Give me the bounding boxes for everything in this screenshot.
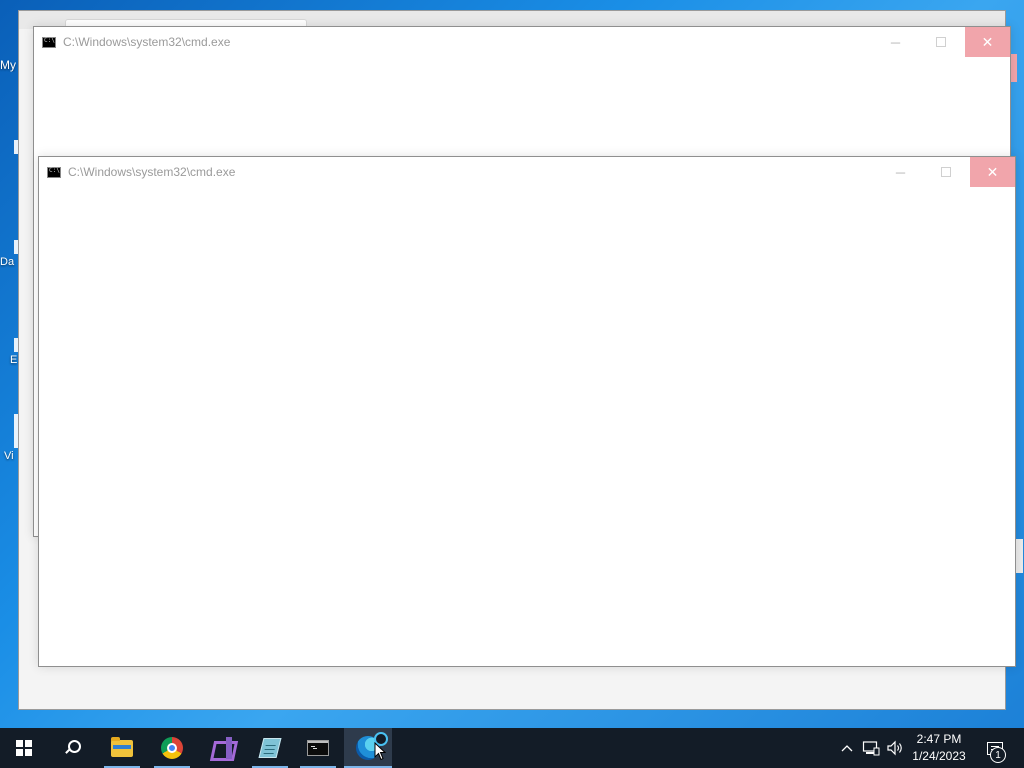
cmd-window-title: C:\Windows\system32\cmd.exe xyxy=(68,165,236,179)
volume-button[interactable] xyxy=(884,728,906,768)
chrome-icon xyxy=(161,737,183,759)
maximize-button[interactable] xyxy=(923,157,968,187)
taskbar-file-explorer[interactable] xyxy=(98,728,146,768)
notification-count-badge: 1 xyxy=(990,747,1006,763)
taskbar-clock[interactable]: 2:47 PM 1/24/2023 xyxy=(908,731,970,765)
cmd-window-front[interactable]: C:\Windows\system32\cmd.exe ─ ✕ xyxy=(38,156,1016,667)
taskbar-command-prompt[interactable] xyxy=(294,728,342,768)
clock-date: 1/24/2023 xyxy=(912,749,966,763)
taskbar-visual-studio[interactable] xyxy=(197,728,245,768)
cmd-app-icon[interactable] xyxy=(47,167,61,178)
taskbar: 2:47 PM 1/24/2023 xyxy=(0,728,1024,768)
cmd-window-title: C:\Windows\system32\cmd.exe xyxy=(63,35,231,49)
maximize-button[interactable] xyxy=(918,27,963,57)
desktop-icon-vi[interactable]: Vi xyxy=(0,414,18,462)
search-icon xyxy=(64,740,81,756)
visual-studio-icon xyxy=(210,737,232,759)
start-button[interactable] xyxy=(0,728,48,768)
search-button[interactable] xyxy=(48,728,96,768)
chevron-up-icon xyxy=(841,745,853,752)
cmd-window-titlebar[interactable]: C:\Windows\system32\cmd.exe ─ ✕ xyxy=(34,27,1010,57)
cmd-console-area[interactable] xyxy=(39,187,1015,666)
cmd-app-icon[interactable] xyxy=(42,37,56,48)
minimize-button[interactable]: ─ xyxy=(878,157,923,187)
show-hidden-icons-button[interactable] xyxy=(838,728,856,768)
close-button[interactable]: ✕ xyxy=(970,157,1015,187)
desktop-icon-label: Vi xyxy=(4,450,14,462)
taskbar-notepad[interactable] xyxy=(246,728,294,768)
desktop-icon-e[interactable]: E xyxy=(0,338,18,366)
speaker-icon xyxy=(887,740,902,756)
desktop-icon-label: My xyxy=(0,58,16,72)
desktop-icon-da[interactable]: Da xyxy=(0,240,18,268)
desktop-icon-label: E xyxy=(10,354,18,366)
cmd-window-titlebar[interactable]: C:\Windows\system32\cmd.exe ─ ✕ xyxy=(39,157,1015,187)
close-button[interactable]: ✕ xyxy=(965,27,1010,57)
maximize-icon xyxy=(935,37,946,47)
command-prompt-icon xyxy=(307,740,329,756)
minimize-button[interactable]: ─ xyxy=(873,27,918,57)
network-icon xyxy=(862,741,880,756)
windows-logo-icon xyxy=(16,740,32,756)
desktop-icon-2[interactable] xyxy=(0,140,18,154)
network-button[interactable] xyxy=(860,728,882,768)
desktop-icon-label: Da xyxy=(0,256,15,268)
notepad-icon xyxy=(258,738,282,758)
desktop-icon-my[interactable]: My xyxy=(0,58,18,72)
clock-time: 2:47 PM xyxy=(916,732,962,746)
maximize-icon xyxy=(940,167,951,177)
folder-icon xyxy=(111,736,133,757)
taskbar-chrome[interactable] xyxy=(148,728,196,768)
